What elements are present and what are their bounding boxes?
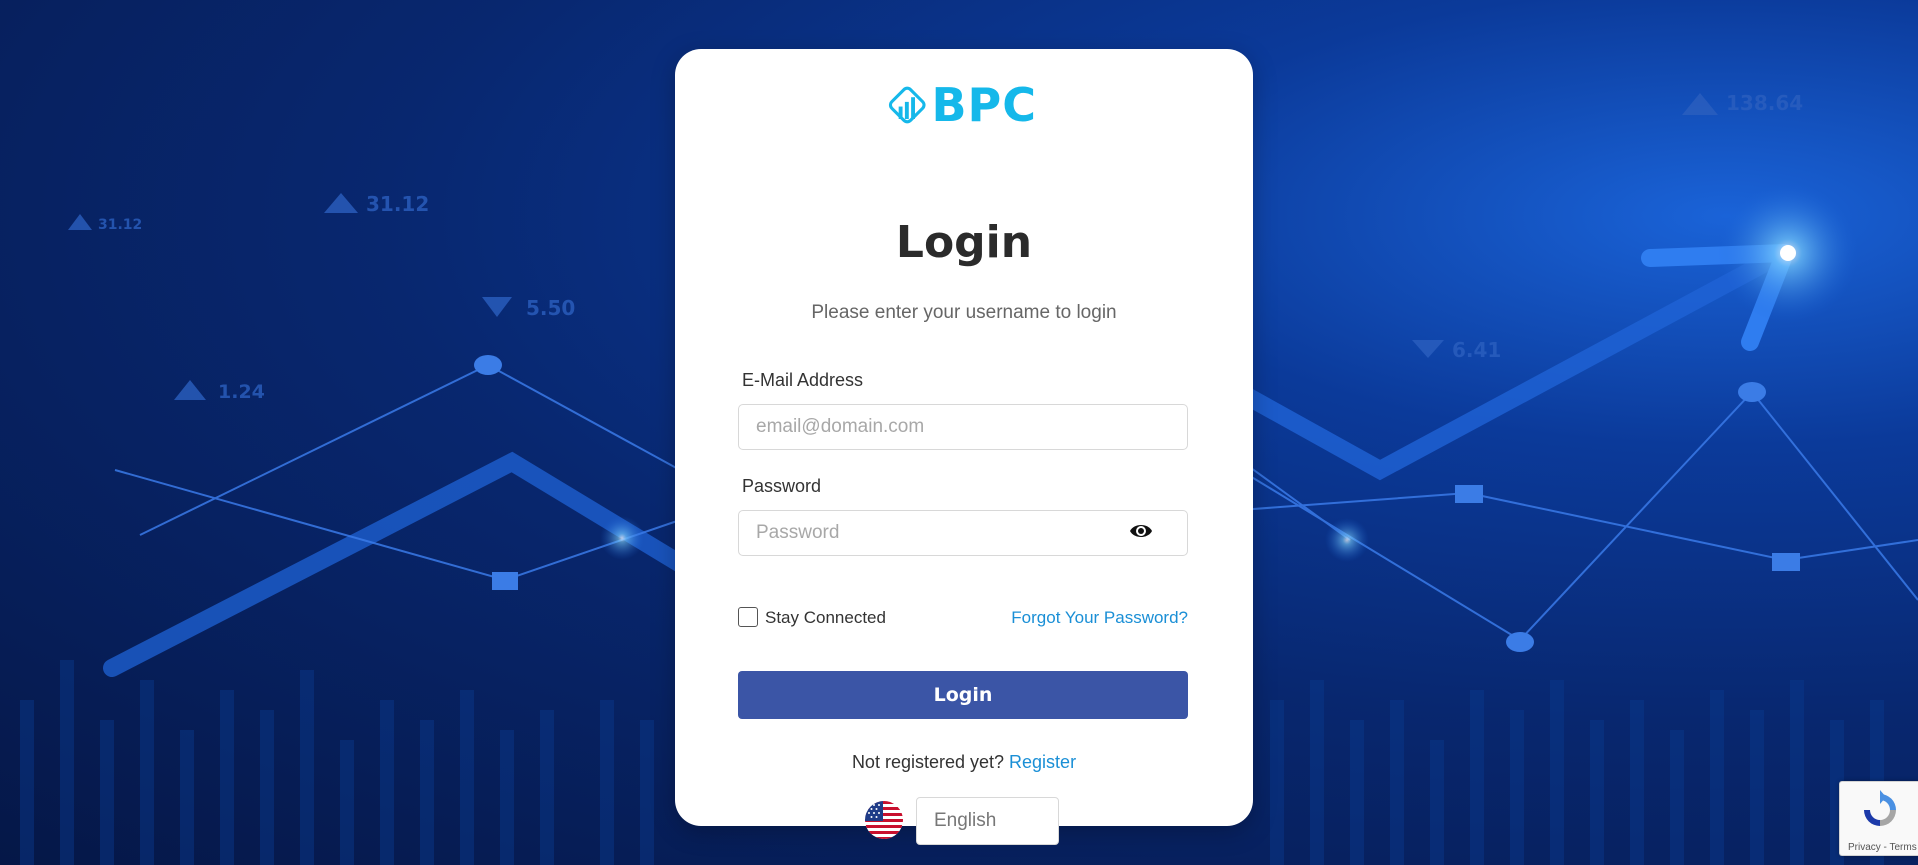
ticker-label: 5.50 [526, 296, 575, 320]
register-link[interactable]: Register [1009, 752, 1076, 772]
stay-connected-label[interactable]: Stay Connected [765, 608, 886, 628]
ticker-label: 138.64 [1726, 91, 1803, 115]
recaptcha-footer-text[interactable]: Privacy - Terms [1848, 842, 1917, 853]
ticker-label: 1.24 [218, 381, 265, 403]
bpc-logo-icon [888, 86, 926, 124]
stay-connected-checkbox[interactable] [738, 607, 758, 627]
forgot-password-link[interactable]: Forgot Your Password? [1011, 608, 1188, 628]
login-subtitle: Please enter your username to login [811, 302, 1117, 323]
brand-logo[interactable]: BPC [887, 78, 1037, 132]
logo-text: BPC [931, 78, 1037, 132]
show-password-eye-icon[interactable] [1129, 521, 1153, 541]
recaptcha-icon [1864, 790, 1896, 826]
password-field[interactable] [738, 510, 1188, 556]
not-registered-text: Not registered yet? [851, 752, 1005, 772]
password-label: Password [742, 476, 822, 496]
page-title: Login [895, 217, 1033, 268]
us-flag-icon[interactable] [865, 801, 903, 839]
language-select[interactable]: English [916, 797, 1059, 845]
ticker-label: 31.12 [366, 192, 429, 216]
login-card: BPC Login Please enter your username to … [675, 49, 1253, 845]
register-prompt: Not registered yet? Register [675, 752, 1253, 773]
email-field[interactable] [738, 404, 1188, 450]
recaptcha-badge[interactable]: Privacy - Terms [1839, 781, 1918, 856]
email-label: E-Mail Address [742, 370, 864, 390]
ticker-label: 31.12 [98, 217, 142, 233]
ticker-label: 6.41 [1452, 338, 1501, 362]
login-button[interactable]: Login [738, 671, 1188, 719]
